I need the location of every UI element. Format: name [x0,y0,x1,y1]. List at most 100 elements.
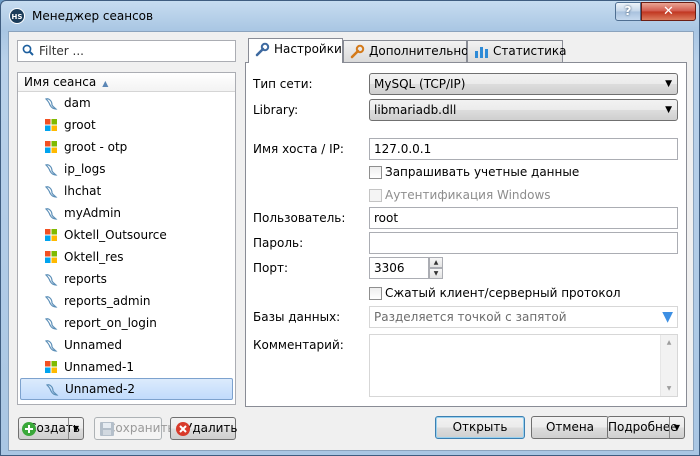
windows-logo-icon [45,141,57,153]
filter-input[interactable]: Filter ... [17,40,236,62]
session-name-label: groot [64,118,96,132]
scroll-up-icon[interactable]: ▲ [661,339,677,346]
windows-auth-checkbox[interactable]: Аутентификация Windows [369,187,551,203]
user-input[interactable]: root [369,207,678,229]
session-name-label: ip_logs [64,162,106,176]
checkbox-box [369,189,382,202]
compressed-protocol-checkbox[interactable]: Сжатый клиент/серверный протокол [369,285,621,301]
port-increment-button[interactable]: ▲ [429,257,443,268]
comment-scrollbar[interactable]: ▲ ▼ [660,335,677,396]
session-list-item[interactable]: reports_admin [18,290,235,312]
app-logo-icon: HS [9,8,25,24]
chevron-down-icon[interactable]: ▼ [68,418,83,439]
session-list-item[interactable]: Unnamed [18,334,235,356]
session-name-label: Unnamed-2 [65,382,136,396]
delete-x-icon [176,422,190,436]
windows-logo-icon [45,229,57,241]
close-button[interactable]: ✕ [641,2,696,21]
session-list-item[interactable]: myAdmin [18,202,235,224]
session-list-item[interactable]: lhchat [18,180,235,202]
session-list-item[interactable]: reports [18,268,235,290]
host-label: Имя хоста / IP: [253,142,344,156]
session-list-item[interactable]: groot - otp [18,136,235,158]
password-input[interactable] [369,232,678,254]
session-list-header[interactable]: Имя сеанса ▲ [18,73,235,92]
session-list-item[interactable]: dam [18,92,235,114]
tab-settings-label: Настройки [274,42,342,56]
windows-logo-icon [45,361,57,373]
tab-advanced-label: Дополнительно [369,44,469,58]
settings-tab-panel: Тип сети: MySQL (TCP/IP) ▼ Library: libm… [245,62,687,407]
session-manager-window: HS Менеджер сеансов ? ✕ Filter ... Имя с… [0,0,700,456]
filter-placeholder: Filter ... [39,44,84,58]
wrench-icon [255,42,270,57]
dialog-client-area: Filter ... Имя сеанса ▲ dam groot groot - o… [8,31,694,451]
network-type-value: MySQL (TCP/IP) [374,77,466,91]
tab-settings[interactable]: Настройки [248,38,343,63]
open-button[interactable]: Открыть [435,416,525,439]
scroll-down-icon[interactable]: ▼ [661,385,677,392]
dropdown-arrow-icon: ▼ [665,105,672,115]
help-button[interactable]: ? [615,2,641,21]
save-button[interactable]: Сохранить [94,417,175,440]
mysql-dolphin-icon [45,384,59,396]
windows-logo-icon [45,251,57,263]
windows-auth-label: Аутентификация Windows [385,188,551,202]
sort-ascending-icon: ▲ [102,79,109,88]
delete-button[interactable]: Удалить [170,417,238,440]
session-name-column-label: Имя сеанса [24,75,97,89]
floppy-disk-icon [100,422,114,436]
port-input[interactable]: 3306 [369,257,429,279]
comment-textarea[interactable]: ▲ ▼ [369,334,678,397]
checkbox-box [369,287,382,300]
compressed-protocol-label: Сжатый клиент/серверный протокол [385,286,621,300]
mysql-dolphin-icon [44,208,58,220]
databases-dropdown-icon[interactable]: ▼ [662,310,673,324]
mysql-dolphin-icon [44,164,58,176]
wrench-orange-icon [350,44,365,59]
add-plus-icon [22,422,36,436]
mysql-dolphin-icon [44,296,58,308]
dropdown-arrow-icon: ▼ [665,79,672,89]
cancel-button[interactable]: Отмена [531,416,609,439]
tab-advanced[interactable]: Дополнительно [343,40,469,62]
session-name-label: groot - otp [64,140,128,154]
user-label: Пользователь: [253,211,346,225]
session-list-item[interactable]: ip_logs [18,158,235,180]
session-list-item[interactable]: Oktell_Outsource [18,224,235,246]
session-list-item[interactable]: Oktell_res [18,246,235,268]
session-list-item[interactable]: Unnamed-1 [18,356,235,378]
session-list[interactable]: Имя сеанса ▲ dam groot groot - otp ip_logslh… [17,72,236,405]
databases-label: Базы данных: [253,310,341,324]
library-value: libmariadb.dll [374,103,457,117]
session-name-label: Unnamed-1 [64,360,135,374]
bar-chart-icon [475,47,488,58]
prompt-credentials-checkbox[interactable]: Запрашивать учетные данные [369,164,579,180]
port-decrement-button[interactable]: ▼ [429,268,443,279]
session-list-item[interactable]: report_on_login [18,312,235,334]
new-session-button[interactable]: Создать ▼ [18,417,84,440]
prompt-credentials-label: Запрашивать учетные данные [385,165,580,179]
more-options-button[interactable]: Подробнее ▼ [607,416,685,439]
host-input[interactable]: 127.0.0.1 [369,138,678,160]
session-name-label: reports_admin [64,294,151,308]
session-list-item[interactable]: groot [18,114,235,136]
session-name-label: Oktell_res [64,250,124,264]
mysql-dolphin-icon [44,318,58,330]
mysql-dolphin-icon [44,274,58,286]
tab-statistics[interactable]: Статистика [467,40,567,62]
window-title: Менеджер сеансов [32,9,154,23]
search-icon [22,44,34,56]
title-bar[interactable]: HS Менеджер сеансов ? ✕ [1,1,699,31]
windows-logo-icon [45,119,57,131]
checkbox-box [369,166,382,179]
library-select[interactable]: libmariadb.dll ▼ [369,99,678,121]
port-label: Порт: [253,261,289,275]
network-type-select[interactable]: MySQL (TCP/IP) ▼ [369,73,678,95]
session-name-label: Unnamed [64,338,123,352]
databases-input[interactable]: Разделяется точкой с запятой ▼ [369,306,678,328]
session-list-item[interactable]: Unnamed-2 [20,378,233,400]
password-label: Пароль: [253,236,304,250]
tab-statistics-label: Статистика [493,44,567,58]
chevron-down-icon[interactable]: ▼ [669,417,684,438]
